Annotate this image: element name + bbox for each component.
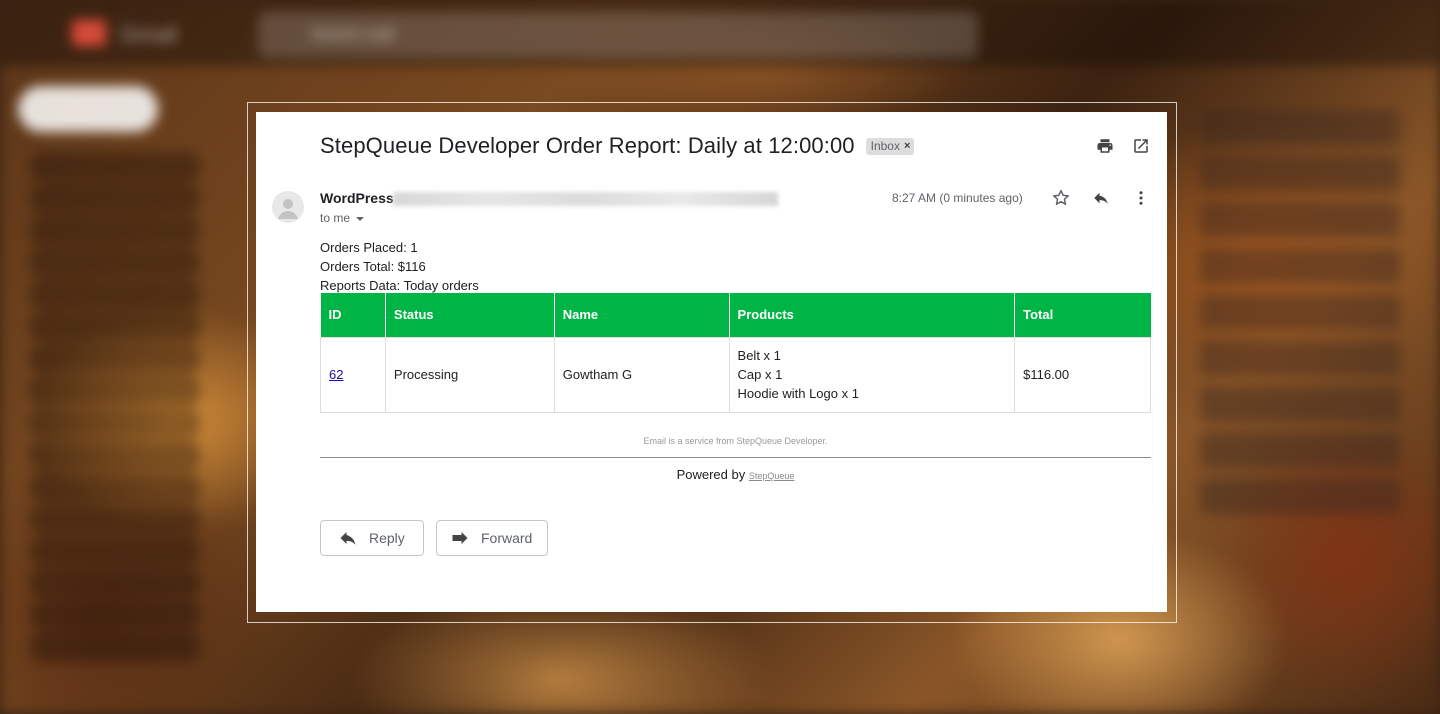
column-header-products: Products <box>728 293 1016 337</box>
email-subject: StepQueue Developer Order Report: Daily … <box>320 133 855 158</box>
chevron-down-icon <box>356 216 365 221</box>
reply-arrow-icon <box>340 532 356 545</box>
more-vert-icon[interactable] <box>1132 188 1150 208</box>
avatar-icon <box>278 199 298 219</box>
orders-total-line: Orders Total: $116 <box>320 259 426 274</box>
cell-products: Belt x 1 Cap x 1 Hoodie with Logo x 1 <box>728 336 1016 413</box>
remove-label-icon[interactable]: × <box>904 140 910 152</box>
background-compose-button <box>18 86 158 132</box>
footer-divider <box>320 457 1151 458</box>
email-card: StepQueue Developer Order Report: Daily … <box>256 112 1167 612</box>
background-search-placeholder: Search mail <box>310 26 395 43</box>
star-icon[interactable] <box>1051 188 1071 208</box>
column-header-total: Total <box>1014 293 1151 337</box>
avatar <box>272 191 304 223</box>
column-header-name: Name <box>553 293 730 337</box>
cell-id: 62 <box>320 336 386 413</box>
recipient-details-toggle[interactable]: to me <box>320 211 365 225</box>
email-body-summary: Orders Placed: 1 Orders Total: $116 Repo… <box>320 238 479 295</box>
popout-icon[interactable] <box>1132 137 1150 155</box>
inbox-label-text: Inbox <box>870 138 900 153</box>
orders-placed-line: Orders Placed: 1 <box>320 240 418 255</box>
table-header-row: ID Status Name Products Total <box>320 293 1151 337</box>
background-sidebar <box>0 150 240 714</box>
powered-by-text: Powered by <box>676 467 746 482</box>
background-app-name: Gmail <box>120 22 178 47</box>
email-footnote: Email is a service from StepQueue Develo… <box>643 436 828 446</box>
cell-name: Gowtham G <box>553 336 730 413</box>
powered-by: Powered by StepQueue <box>320 467 1151 482</box>
background-search-bar: Search mail <box>258 12 978 58</box>
table-row: 62 Processing Gowtham G Belt x 1 Cap x 1… <box>320 336 1151 413</box>
product-line: Cap x 1 <box>737 367 783 382</box>
reply-button[interactable]: Reply <box>320 520 424 556</box>
sender-email-redacted <box>393 192 778 206</box>
cell-status: Processing <box>384 336 555 413</box>
orders-table: ID Status Name Products Total 62 Process… <box>320 293 1151 413</box>
reply-icon[interactable] <box>1091 189 1111 207</box>
order-id-link[interactable]: 62 <box>329 367 343 382</box>
forward-arrow-icon <box>452 532 468 544</box>
forward-button[interactable]: Forward <box>436 520 548 556</box>
email-timestamp: 8:27 AM (0 minutes ago) <box>892 191 1023 205</box>
print-icon[interactable] <box>1095 137 1115 155</box>
forward-button-label: Forward <box>481 530 533 546</box>
inbox-label-badge[interactable]: Inbox × <box>865 137 915 155</box>
product-line: Hoodie with Logo x 1 <box>737 386 859 401</box>
recipient-text: to me <box>320 211 351 225</box>
column-header-status: Status <box>384 293 555 337</box>
background-right-panel <box>1200 110 1400 610</box>
gmail-logo-icon <box>72 20 106 46</box>
column-header-id: ID <box>320 293 386 337</box>
sender-name: WordPress <box>320 190 394 206</box>
stepqueue-link[interactable]: StepQueue <box>749 471 795 481</box>
subject-row: StepQueue Developer Order Report: Daily … <box>320 133 915 159</box>
product-line: Belt x 1 <box>737 348 781 363</box>
cell-total: $116.00 <box>1014 336 1151 413</box>
reply-button-label: Reply <box>369 530 405 546</box>
